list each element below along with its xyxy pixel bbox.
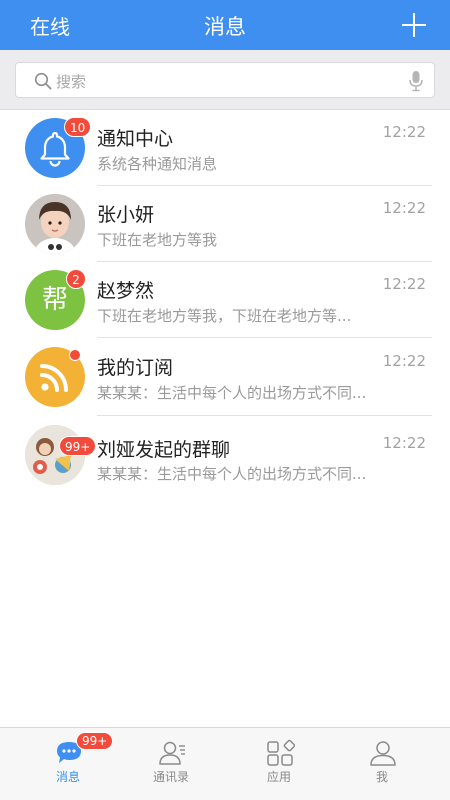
tab-messages[interactable]: 99+ 消息: [23, 728, 114, 800]
bottom-tab-bar: 99+ 消息 通讯录 应用 我: [0, 727, 450, 800]
conversation-preview: 下班在老地方等我: [97, 231, 218, 249]
conversation-name: 赵梦然: [97, 280, 155, 302]
conversation-item-group-chat[interactable]: 99+ 刘娅发起的群聊 某某某：生活中每个人的出场方式不同... 12:22: [0, 416, 450, 496]
conversation-time: 12:22: [382, 434, 426, 452]
add-icon[interactable]: [402, 13, 426, 37]
conversation-list: 10 通知中心 系统各种通知消息 12:22 张小妍 下班在老地方等我 12:2…: [0, 110, 450, 496]
tab-label: 我: [375, 770, 388, 784]
conversation-item-zhang-xiaoyan[interactable]: 张小妍 下班在老地方等我 12:22: [0, 186, 450, 262]
unread-badge: 10: [64, 117, 92, 137]
user-photo-icon: [25, 194, 85, 254]
apps-icon: [267, 739, 295, 766]
microphone-icon[interactable]: [408, 70, 424, 92]
conversation-name: 刘娅发起的群聊: [97, 439, 231, 461]
conversation-item-notification-center[interactable]: 10 通知中心 系统各种通知消息 12:22: [0, 110, 450, 186]
conversation-item-my-subscriptions[interactable]: 我的订阅 某某某：生活中每个人的出场方式不同... 12:22: [0, 338, 450, 416]
unread-badge: 2: [66, 269, 86, 289]
tab-contacts[interactable]: 通讯录: [126, 728, 216, 800]
tab-me[interactable]: 我: [337, 728, 427, 800]
contacts-icon: [159, 741, 185, 765]
conversation-time: 12:22: [382, 123, 426, 141]
conversation-preview: 下班在老地方等我，下班在老地方等...: [97, 307, 352, 325]
conversation-preview: 某某某：生活中每个人的出场方式不同...: [97, 384, 367, 402]
online-status-button[interactable]: 在线: [30, 11, 70, 40]
tab-apps[interactable]: 应用: [234, 728, 324, 800]
conversation-name: 我的订阅: [97, 357, 174, 379]
conversation-time: 12:22: [382, 352, 426, 370]
avatar: [25, 194, 85, 254]
conversation-time: 12:22: [382, 199, 426, 217]
search-area: 搜索: [0, 50, 450, 110]
search-icon: [34, 72, 52, 90]
conversation-time: 12:22: [382, 275, 426, 293]
conversation-preview: 系统各种通知消息: [97, 155, 218, 173]
search-placeholder: 搜索: [56, 73, 87, 91]
unread-badge: 99+: [59, 436, 97, 456]
conversation-item-zhao-mengran[interactable]: 帮 2 赵梦然 下班在老地方等我，下班在老地方等... 12:22: [0, 262, 450, 338]
tab-label: 通讯录: [152, 770, 189, 784]
tab-badge: 99+: [76, 732, 114, 750]
top-bar: 在线 消息: [0, 0, 450, 50]
search-input[interactable]: 搜索: [15, 62, 435, 98]
conversation-preview: 某某某：生活中每个人的出场方式不同...: [97, 465, 367, 483]
tab-label: 消息: [55, 770, 80, 784]
conversation-name: 张小妍: [97, 204, 155, 226]
person-icon: [370, 741, 396, 766]
unread-dot: [69, 349, 81, 361]
tab-label: 应用: [266, 770, 291, 784]
avatar-text: 帮: [41, 285, 68, 315]
conversation-name: 通知中心: [97, 128, 174, 150]
